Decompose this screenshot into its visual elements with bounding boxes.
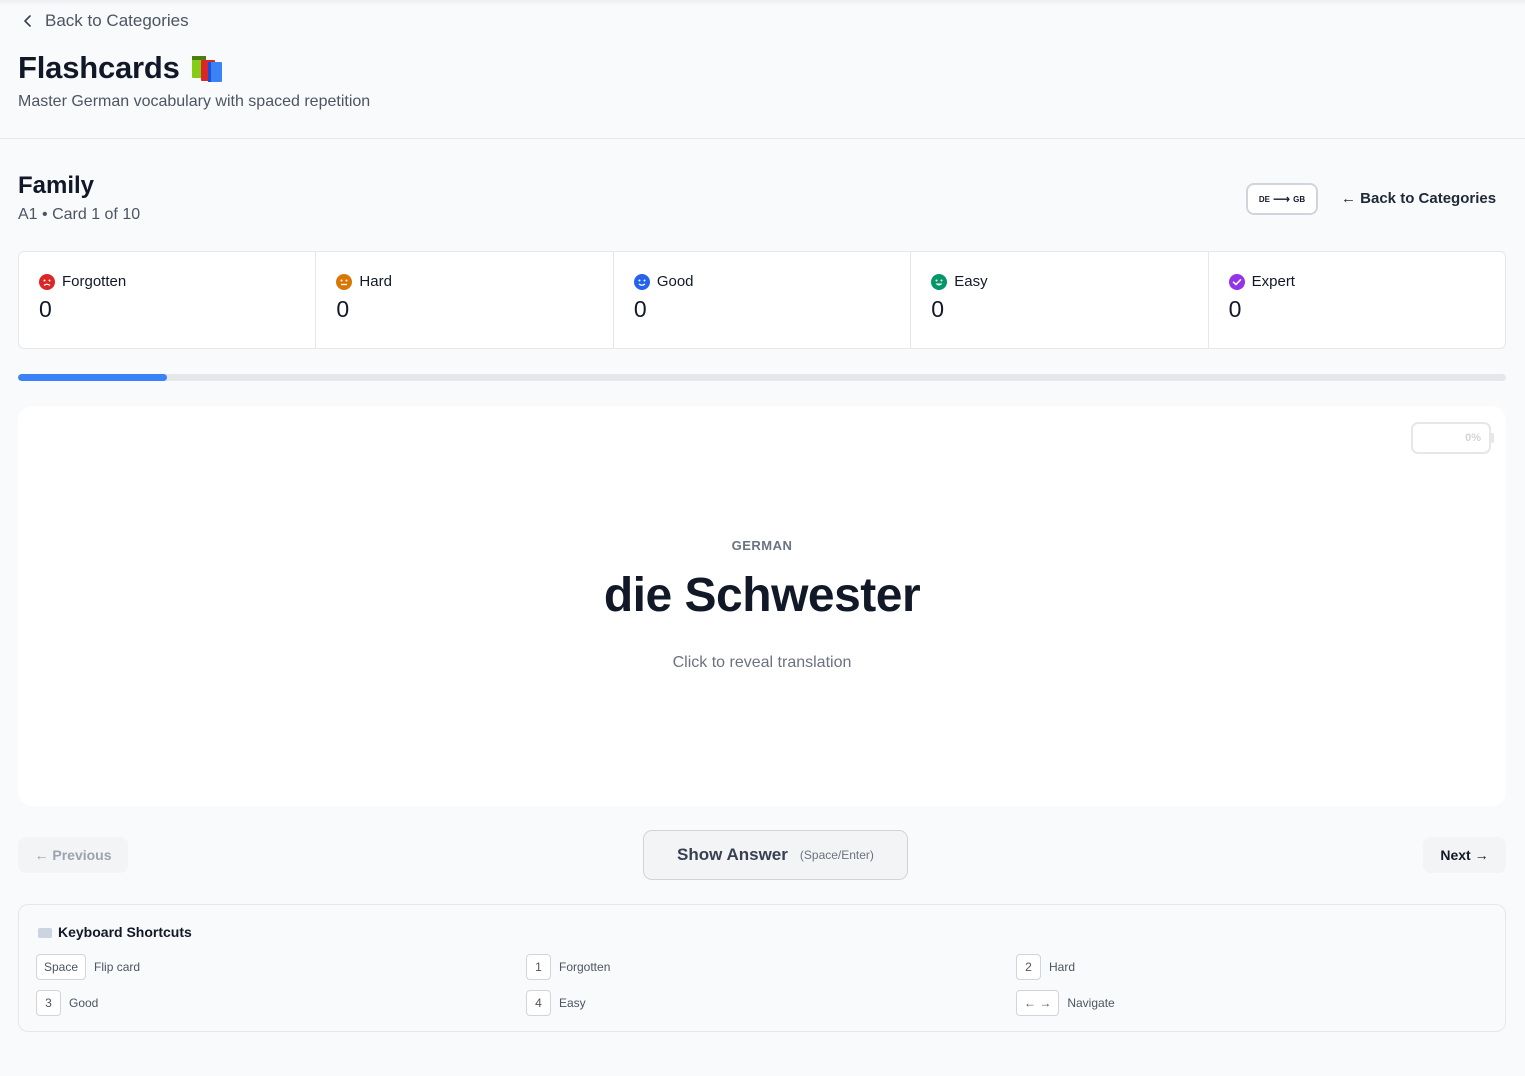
stat-good: Good 0 bbox=[614, 252, 912, 348]
shortcut-item: 2 Hard bbox=[1016, 954, 1075, 980]
stat-hard: Hard 0 bbox=[316, 252, 614, 348]
stat-label: Easy bbox=[954, 273, 988, 290]
frown-face-icon bbox=[39, 273, 55, 290]
shortcut-key: 2 bbox=[1016, 954, 1041, 980]
shortcut-item: 4 Easy bbox=[526, 990, 586, 1016]
deck-title: Family bbox=[18, 172, 95, 199]
smile-face-icon bbox=[633, 273, 650, 290]
shortcut-item: 1 Forgotten bbox=[526, 954, 610, 980]
back-to-categories-link[interactable]: Back to Categories bbox=[21, 11, 189, 31]
deck-progress-bar bbox=[18, 374, 1506, 381]
show-answer-shortcut-hint: (Space/Enter) bbox=[799, 848, 874, 862]
next-button[interactable]: Next → bbox=[1423, 837, 1506, 873]
shortcut-key: ← → bbox=[1016, 990, 1060, 1016]
shortcut-action: Forgotten bbox=[559, 960, 611, 974]
books-icon bbox=[191, 56, 222, 82]
stat-count: 0 bbox=[336, 296, 350, 322]
flashcard[interactable]: 0% GERMAN die Schwester Click to reveal … bbox=[18, 406, 1506, 806]
stat-count: 0 bbox=[39, 296, 52, 322]
shortcut-item: ← → Navigate bbox=[1016, 990, 1115, 1016]
arrow-right-icon: ⟶ bbox=[1272, 192, 1291, 206]
stat-expert: Expert 0 bbox=[1209, 252, 1505, 348]
shortcut-key: 1 bbox=[526, 954, 551, 980]
card-word: die Schwester bbox=[603, 569, 921, 622]
show-answer-button[interactable]: Show Answer (Space/Enter) bbox=[643, 830, 908, 880]
stat-forgotten: Forgotten 0 bbox=[19, 252, 317, 348]
stat-label: Hard bbox=[359, 273, 392, 290]
stat-count: 0 bbox=[1228, 296, 1242, 322]
shortcut-action: Good bbox=[69, 996, 99, 1010]
keyboard-icon bbox=[38, 928, 52, 938]
shortcut-item: 3 Good bbox=[36, 990, 98, 1016]
page-title: Flashcards bbox=[18, 50, 224, 86]
page-header: Back to Categories Flashcards Master Ger… bbox=[0, 0, 1525, 139]
neutral-face-icon bbox=[336, 273, 353, 290]
deck-meta: A1 • Card 1 of 10 bbox=[18, 206, 141, 223]
check-circle-icon bbox=[1228, 273, 1245, 290]
shortcut-action: Easy bbox=[559, 996, 586, 1010]
shortcut-key: Space bbox=[36, 954, 87, 980]
page-subtitle: Master German vocabulary with spaced rep… bbox=[18, 93, 371, 110]
shortcuts-title: Keyboard Shortcuts bbox=[38, 924, 192, 940]
language-direction-toggle[interactable]: DE ⟶ GB bbox=[1246, 183, 1318, 215]
previous-button[interactable]: ← Previous bbox=[18, 837, 128, 873]
shortcuts-title-text: Keyboard Shortcuts bbox=[58, 924, 192, 940]
back-to-categories-button[interactable]: ← Back to Categories bbox=[1341, 190, 1496, 207]
lang-to-label: GB bbox=[1293, 194, 1306, 204]
shortcut-key: 3 bbox=[36, 990, 61, 1016]
keyboard-shortcuts-panel: Keyboard Shortcuts Space Flip card 1 For… bbox=[18, 904, 1506, 1032]
shortcut-action: Navigate bbox=[1067, 996, 1115, 1010]
shortcut-key: 4 bbox=[526, 990, 551, 1016]
page-title-text: Flashcards bbox=[18, 50, 180, 85]
show-answer-label: Show Answer bbox=[677, 845, 788, 864]
shortcut-action: Hard bbox=[1049, 960, 1076, 974]
chevron-left-icon bbox=[24, 15, 31, 27]
rating-stats: Forgotten 0 Hard 0 Good 0 Easy 0 Expert … bbox=[18, 251, 1506, 349]
stat-label: Good bbox=[656, 273, 694, 290]
shortcut-action: Flip card bbox=[94, 960, 141, 974]
mastery-battery-badge: 0% bbox=[1411, 422, 1494, 454]
card-hint: Click to reveal translation bbox=[672, 654, 852, 671]
stat-count: 0 bbox=[633, 296, 647, 322]
card-language-label: GERMAN bbox=[731, 538, 793, 553]
stat-label: Expert bbox=[1251, 273, 1295, 290]
lang-from-label: DE bbox=[1258, 194, 1270, 204]
stat-label: Forgotten bbox=[62, 273, 127, 290]
stat-count: 0 bbox=[931, 296, 945, 322]
stat-easy: Easy 0 bbox=[911, 252, 1209, 348]
back-link-label: Back to Categories bbox=[45, 11, 189, 30]
deck-progress-fill bbox=[18, 374, 167, 381]
happy-face-icon bbox=[931, 273, 948, 290]
shortcut-item: Space Flip card bbox=[36, 954, 140, 980]
